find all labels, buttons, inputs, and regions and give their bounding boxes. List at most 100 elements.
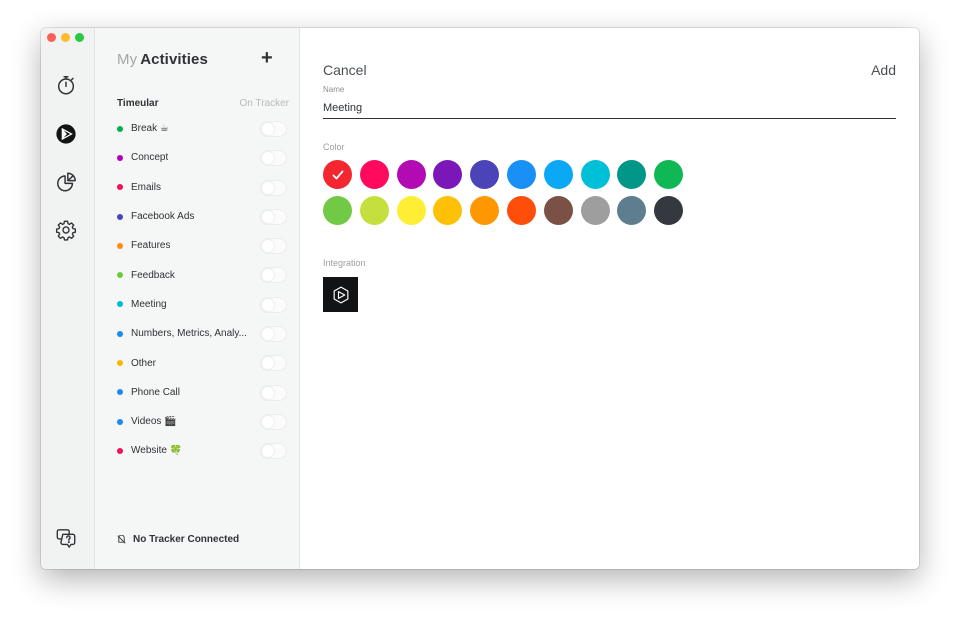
cancel-button[interactable]: Cancel xyxy=(323,62,367,78)
activity-color-dot xyxy=(117,213,123,220)
tracker-status: No Tracker Connected xyxy=(117,534,239,545)
sidebar-title: My Activities xyxy=(117,51,208,68)
add-activity-button[interactable]: + xyxy=(261,48,273,68)
gear-icon[interactable] xyxy=(54,218,78,242)
activity-color-dot xyxy=(117,418,123,425)
activity-label: Meeting xyxy=(131,298,167,310)
pie-chart-icon[interactable] xyxy=(54,170,78,194)
activity-item[interactable]: Concept xyxy=(117,143,289,172)
color-swatch[interactable] xyxy=(323,160,352,189)
color-swatch[interactable] xyxy=(359,196,389,225)
stopwatch-icon[interactable] xyxy=(54,73,78,97)
activity-label: Emails xyxy=(131,181,162,193)
activity-label: Feedback xyxy=(131,269,175,281)
color-swatch[interactable] xyxy=(433,160,463,189)
activity-label: Features xyxy=(131,240,171,252)
icon-rail xyxy=(41,28,95,569)
on-tracker-toggle[interactable] xyxy=(260,413,287,430)
name-field-label: Name xyxy=(323,85,345,94)
color-swatch[interactable] xyxy=(580,196,610,225)
checkmark-icon xyxy=(332,170,343,179)
color-palette xyxy=(323,160,693,225)
activity-item[interactable]: Facebook Ads xyxy=(117,202,289,231)
minimize-window-button[interactable] xyxy=(61,33,70,42)
sidebar-title-prefix: My xyxy=(117,51,138,68)
activities-sidebar: My Activities + Timeular On Tracker Break… xyxy=(95,28,300,569)
color-swatch[interactable] xyxy=(359,160,389,189)
activity-color-dot xyxy=(117,184,123,191)
activity-color-dot xyxy=(117,125,123,132)
color-swatch[interactable] xyxy=(396,196,426,225)
on-tracker-toggle[interactable] xyxy=(260,384,287,401)
activity-list: Break ☕ Concept Emails Facebook Ads Features… xyxy=(117,114,289,466)
color-swatch[interactable] xyxy=(470,196,500,225)
activity-item[interactable]: Videos 🎬 xyxy=(117,407,289,436)
color-swatch[interactable] xyxy=(470,160,500,189)
on-tracker-toggle[interactable] xyxy=(260,326,287,343)
add-button[interactable]: Add xyxy=(871,62,896,78)
activity-label: Numbers, Metrics, Analy... xyxy=(131,328,247,340)
timeular-logo-icon[interactable] xyxy=(54,122,78,146)
on-tracker-column-label: On Tracker xyxy=(239,98,289,109)
activity-color-dot xyxy=(117,301,123,308)
tracker-status-text: No Tracker Connected xyxy=(133,534,240,545)
integration-button[interactable] xyxy=(323,277,358,312)
activity-color-dot xyxy=(117,272,123,279)
color-swatch[interactable] xyxy=(433,196,463,225)
help-chat-icon[interactable] xyxy=(54,526,78,550)
name-input[interactable] xyxy=(323,98,896,119)
activity-color-dot xyxy=(117,242,123,249)
activity-item[interactable]: Other xyxy=(117,348,289,377)
color-swatch[interactable] xyxy=(323,196,352,225)
close-window-button[interactable] xyxy=(47,33,56,42)
color-swatch[interactable] xyxy=(396,160,426,189)
on-tracker-toggle[interactable] xyxy=(260,443,287,460)
on-tracker-toggle[interactable] xyxy=(260,121,287,137)
activity-form: Cancel Add Name Color Integration xyxy=(300,28,919,569)
timeular-integration-icon xyxy=(333,286,348,303)
no-tracker-icon xyxy=(117,535,126,544)
activity-label: Videos 🎬 xyxy=(131,416,177,428)
activity-item[interactable]: Website 🍀 xyxy=(117,436,289,465)
activity-color-dot xyxy=(117,360,123,367)
color-swatch[interactable] xyxy=(543,196,573,225)
activity-item[interactable]: Emails xyxy=(117,173,289,202)
color-swatch[interactable] xyxy=(506,196,536,225)
activity-label: Break ☕ xyxy=(131,123,169,135)
activity-label: Concept xyxy=(131,152,169,164)
activity-item[interactable]: Features xyxy=(117,231,289,260)
color-swatch[interactable] xyxy=(617,196,647,225)
group-header: Timeular On Tracker xyxy=(117,98,289,109)
sidebar-title-main: Activities xyxy=(140,51,208,68)
on-tracker-toggle[interactable] xyxy=(260,208,287,225)
activity-item[interactable]: Meeting xyxy=(117,290,289,319)
color-swatch[interactable] xyxy=(543,160,573,189)
activity-item[interactable]: Feedback xyxy=(117,260,289,289)
on-tracker-toggle[interactable] xyxy=(260,150,287,167)
activity-label: Website 🍀 xyxy=(131,445,183,457)
color-swatch[interactable] xyxy=(654,196,684,225)
color-swatch[interactable] xyxy=(580,160,610,189)
activity-color-dot xyxy=(117,330,123,337)
on-tracker-toggle[interactable] xyxy=(260,179,287,196)
color-section-label: Color xyxy=(323,142,345,152)
window-controls xyxy=(47,33,84,42)
on-tracker-toggle[interactable] xyxy=(260,267,287,284)
activity-label: Other xyxy=(131,357,157,369)
integration-section-label: Integration xyxy=(323,258,366,268)
on-tracker-toggle[interactable] xyxy=(260,238,287,255)
color-swatch[interactable] xyxy=(654,160,684,189)
group-name: Timeular xyxy=(117,98,159,109)
activity-color-dot xyxy=(117,447,123,454)
color-swatch[interactable] xyxy=(506,160,536,189)
activity-item[interactable]: Phone Call xyxy=(117,378,289,407)
maximize-window-button[interactable] xyxy=(75,33,84,42)
on-tracker-toggle[interactable] xyxy=(260,355,287,372)
activity-label: Facebook Ads xyxy=(131,211,195,223)
activity-item[interactable]: Break ☕ xyxy=(117,114,289,143)
activity-item[interactable]: Numbers, Metrics, Analy... xyxy=(117,319,289,348)
activity-color-dot xyxy=(117,154,123,161)
activity-color-dot xyxy=(117,389,123,396)
on-tracker-toggle[interactable] xyxy=(260,296,287,313)
color-swatch[interactable] xyxy=(617,160,647,189)
